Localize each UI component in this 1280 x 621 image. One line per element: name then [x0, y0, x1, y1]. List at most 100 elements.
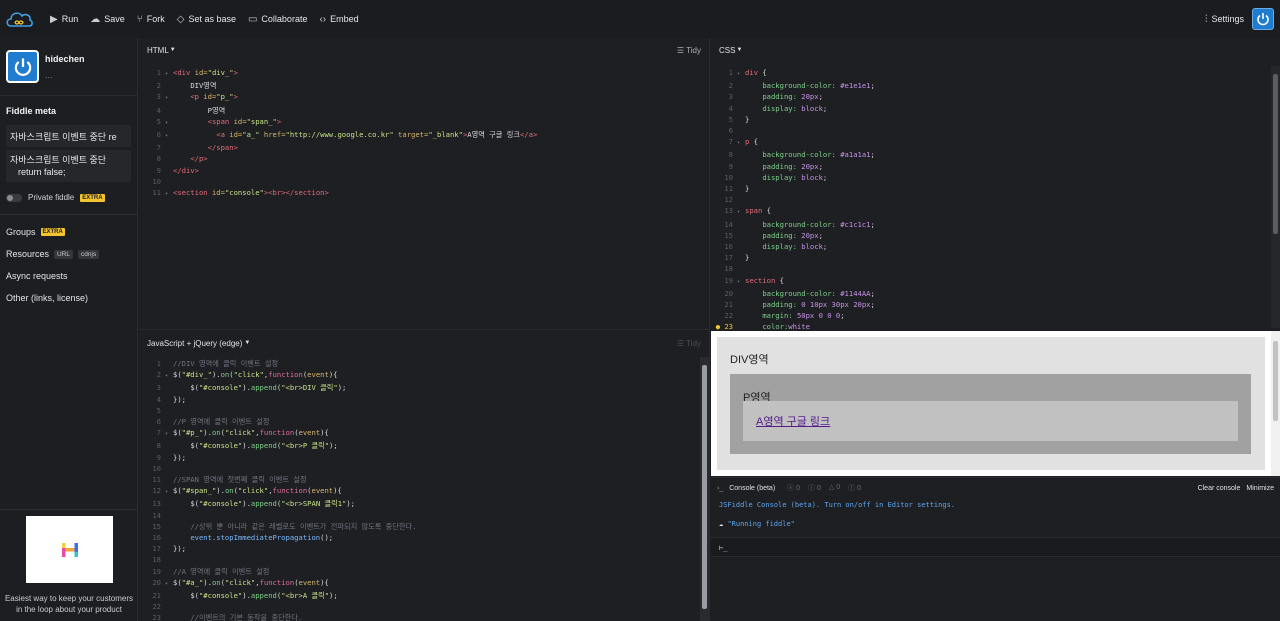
private-fiddle-row[interactable]: Private fiddle EXTRA — [0, 185, 137, 210]
result-frame[interactable]: DIV영역 P영역 A영역 구글 링크 — [711, 331, 1280, 476]
result-p[interactable]: P영역 A영역 구글 링크 — [730, 374, 1251, 454]
info-count-value: 0 — [836, 484, 841, 491]
chevron-down-icon[interactable]: ▼ — [170, 47, 176, 53]
avatar[interactable] — [6, 50, 39, 83]
result-scrollbar[interactable] — [1271, 331, 1280, 476]
css-panel-label[interactable]: CSS — [719, 46, 735, 55]
save-label: Save — [104, 14, 125, 24]
console-panel: ›_ Console (beta) ⓧ 0 ⓘ 0 △ 0 ⓛ 0 Clear … — [711, 477, 1280, 621]
fork-icon: ⑂ — [136, 13, 143, 25]
code-icon: ‹› — [319, 13, 327, 25]
description-line-2: return false; — [18, 167, 66, 177]
css-panel: CSS ▼ 1 ▾ div {2 background-color: #e1e1e1;… — [711, 38, 1280, 330]
jsfiddle-logo-icon[interactable] — [0, 0, 38, 38]
js-scrollbar[interactable] — [700, 357, 709, 621]
sliders-icon: ⫶ — [1204, 13, 1208, 25]
username[interactable]: hidechen — [45, 54, 85, 64]
chat-icon: ▭ — [247, 13, 258, 25]
tidy-icon: ☰ — [676, 45, 687, 55]
user-block[interactable]: hidechen ... — [0, 38, 137, 91]
fiddle-title-input[interactable]: 자바스크립트 이벤트 중단 re — [6, 125, 131, 147]
run-button[interactable]: ▶ Run — [50, 14, 78, 25]
url-tag[interactable]: URL — [54, 249, 74, 259]
settings-button[interactable]: ⫶ Settings — [1205, 14, 1244, 25]
other-links-link[interactable]: Other (links, license) — [0, 287, 137, 309]
ad-image[interactable] — [26, 516, 113, 583]
run-label: Run — [61, 14, 79, 24]
save-button[interactable]: ☁ Save — [90, 14, 125, 25]
html-panel: HTML ▼ ☰ Tidy 1 ▾ <div id="div_"> 2 DIV영역 3 ▾ … — [139, 38, 710, 330]
html-code-editor[interactable]: 1 ▾ <div id="div_"> 2 DIV영역 3 ▾ <p id="p_"> 4 … — [139, 62, 709, 200]
groups-label: Groups — [6, 227, 36, 237]
chevron-down-icon[interactable]: ▼ — [736, 47, 742, 53]
user-subtitle: ... — [45, 70, 53, 80]
html-panel-label[interactable]: HTML — [147, 46, 169, 55]
collaborate-label: Collaborate — [261, 14, 308, 24]
js-tidy-button[interactable]: ☰ Tidy — [677, 339, 701, 348]
async-requests-label: Async requests — [6, 271, 68, 281]
extra-badge: EXTRA — [40, 228, 65, 236]
result-link[interactable]: A영역 구글 링크 — [756, 416, 830, 428]
result-span[interactable]: A영역 구글 링크 — [743, 401, 1238, 441]
collaborate-button[interactable]: ▭ Collaborate — [248, 14, 307, 25]
result-div-text: DIV영역 — [730, 354, 769, 366]
result-div[interactable]: DIV영역 P영역 A영역 구글 링크 — [717, 337, 1265, 470]
set-as-base-label: Set as base — [188, 14, 236, 24]
log-count: ⓛ 0 — [848, 485, 861, 492]
private-fiddle-label: Private fiddle — [28, 193, 75, 202]
error-count: ⓧ 0 — [787, 485, 801, 492]
description-line-1: 자바스크립트 이벤트 중단 — [10, 155, 107, 165]
console-info-line: JSFiddle Console (beta). Turn on/off in … — [719, 501, 956, 509]
js-panel-label[interactable]: JavaScript + jQuery (edge) — [147, 339, 242, 348]
settings-label: Settings — [1211, 14, 1244, 24]
resources-link[interactable]: Resources URL cdnjs — [0, 243, 137, 265]
js-panel: JavaScript + jQuery (edge) ▼ ☰ Tidy 1//DI… — [139, 331, 710, 621]
css-scrollbar-thumb[interactable] — [1273, 74, 1278, 234]
power-icon — [1257, 13, 1269, 26]
fork-button[interactable]: ⑂ Fork — [137, 14, 165, 25]
embed-label: Embed — [330, 14, 359, 24]
ad-text[interactable]: Easiest way to keep your customers in th… — [4, 593, 134, 615]
async-requests-link[interactable]: Async requests — [0, 265, 137, 287]
divider — [0, 214, 137, 215]
js-scrollbar-thumb[interactable] — [702, 365, 707, 609]
fiddle-description-input[interactable]: 자바스크립트 이벤트 중단 return false; — [6, 150, 131, 182]
tag-icon: ◇ — [176, 13, 185, 25]
console-input[interactable]: ⊢_ — [711, 537, 1280, 557]
error-count-value: 0 — [796, 485, 801, 492]
js-code-editor[interactable]: 1//DIV 영역에 클릭 이벤트 설정 2 ▾ $("#div_").on("cli… — [139, 355, 709, 621]
result-scrollbar-thumb[interactable] — [1273, 341, 1278, 421]
ad-logo-icon — [61, 542, 78, 557]
sponsor-ad[interactable]: Easiest way to keep your customers in th… — [0, 509, 138, 621]
sidebar: hidechen ... Fiddle meta 자바스크립트 이벤트 중단 r… — [0, 38, 138, 621]
tidy-label: Tidy — [686, 45, 701, 55]
tidy-button[interactable]: ☰ Tidy — [677, 46, 701, 55]
fork-label: Fork — [146, 14, 165, 24]
minimize-console-button[interactable]: Minimize — [1246, 485, 1274, 492]
info-count: △ 0 — [828, 484, 841, 491]
power-icon — [14, 57, 31, 76]
css-scrollbar[interactable] — [1271, 66, 1280, 328]
fiddle-meta-title: Fiddle meta — [6, 106, 57, 116]
other-links-label: Other (links, license) — [6, 293, 89, 303]
tidy-icon: ☰ — [676, 338, 687, 348]
console-running-line: ☁ "Running fiddle" — [711, 517, 1280, 531]
set-as-base-button[interactable]: ◇ Set as base — [177, 14, 236, 25]
log-count-value: 0 — [857, 485, 861, 492]
top-toolbar: ▶ Run ☁ Save ⑂ Fork ◇ Set as base ▭ Collabora… — [0, 0, 1280, 38]
chevron-down-icon[interactable]: ▼ — [244, 340, 250, 346]
private-fiddle-toggle[interactable] — [6, 193, 22, 202]
cdnjs-tag[interactable]: cdnjs — [78, 249, 100, 259]
warning-count: ⓘ 0 — [808, 485, 821, 492]
console-prompt-icon: ›_ — [717, 484, 724, 492]
tidy-label: Tidy — [686, 338, 701, 348]
embed-button[interactable]: ‹› Embed — [319, 14, 358, 25]
clear-console-button[interactable]: Clear console — [1198, 485, 1241, 492]
user-menu-button[interactable] — [1252, 8, 1274, 30]
css-code-editor[interactable]: 1 ▾ div {2 background-color: #e1e1e1; 3 pad… — [711, 62, 1280, 330]
play-icon: ▶ — [50, 13, 58, 25]
groups-link[interactable]: Groups EXTRA — [0, 221, 137, 243]
warning-count-value: 0 — [816, 485, 821, 492]
console-running-text: "Running fiddle" — [727, 520, 795, 528]
console-title: Console (beta) — [729, 484, 776, 492]
